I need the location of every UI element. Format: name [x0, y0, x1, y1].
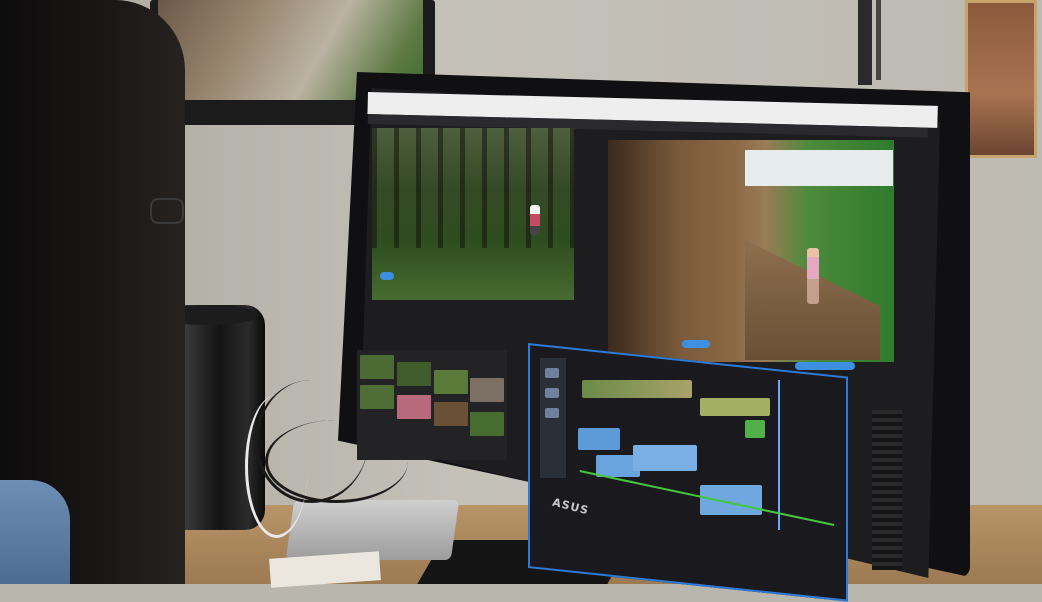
tool-icon: [545, 388, 559, 398]
person-shirt: [0, 480, 70, 584]
tool-icon: [545, 408, 559, 418]
wall-poster: [965, 0, 1037, 158]
timeline-playhead: [778, 380, 780, 530]
bin-thumbnail: [360, 355, 394, 379]
audio-clip: [633, 445, 697, 471]
person-on-rock: [807, 248, 819, 304]
bin-thumbnail: [434, 402, 468, 426]
program-timecode-bar: [795, 362, 855, 370]
mic-stand: [858, 0, 872, 85]
audio-clip: [578, 428, 620, 450]
cable: [265, 420, 408, 503]
video-clip: [582, 380, 692, 398]
bin-thumbnail: [397, 362, 431, 386]
bin-thumbnail: [434, 370, 468, 394]
bin-thumbnail: [470, 412, 504, 436]
mic-stand-pole: [876, 0, 881, 80]
video-clip: [700, 398, 770, 416]
audio-clip: [700, 485, 762, 515]
photo-scene: ASUS: [0, 0, 1042, 602]
eyeglasses: [150, 198, 184, 224]
program-monitor-sky: [745, 150, 893, 186]
source-playhead-marker: [380, 272, 394, 280]
program-control-button: [682, 340, 710, 348]
tool-icon: [545, 368, 559, 378]
bin-thumbnail: [470, 378, 504, 402]
person-with-umbrella: [530, 205, 540, 235]
bin-thumbnail: [397, 395, 431, 419]
bin-thumbnail: [360, 385, 394, 409]
audio-meter: [872, 410, 902, 570]
video-clip: [745, 420, 765, 438]
source-monitor-trees: [372, 128, 574, 248]
